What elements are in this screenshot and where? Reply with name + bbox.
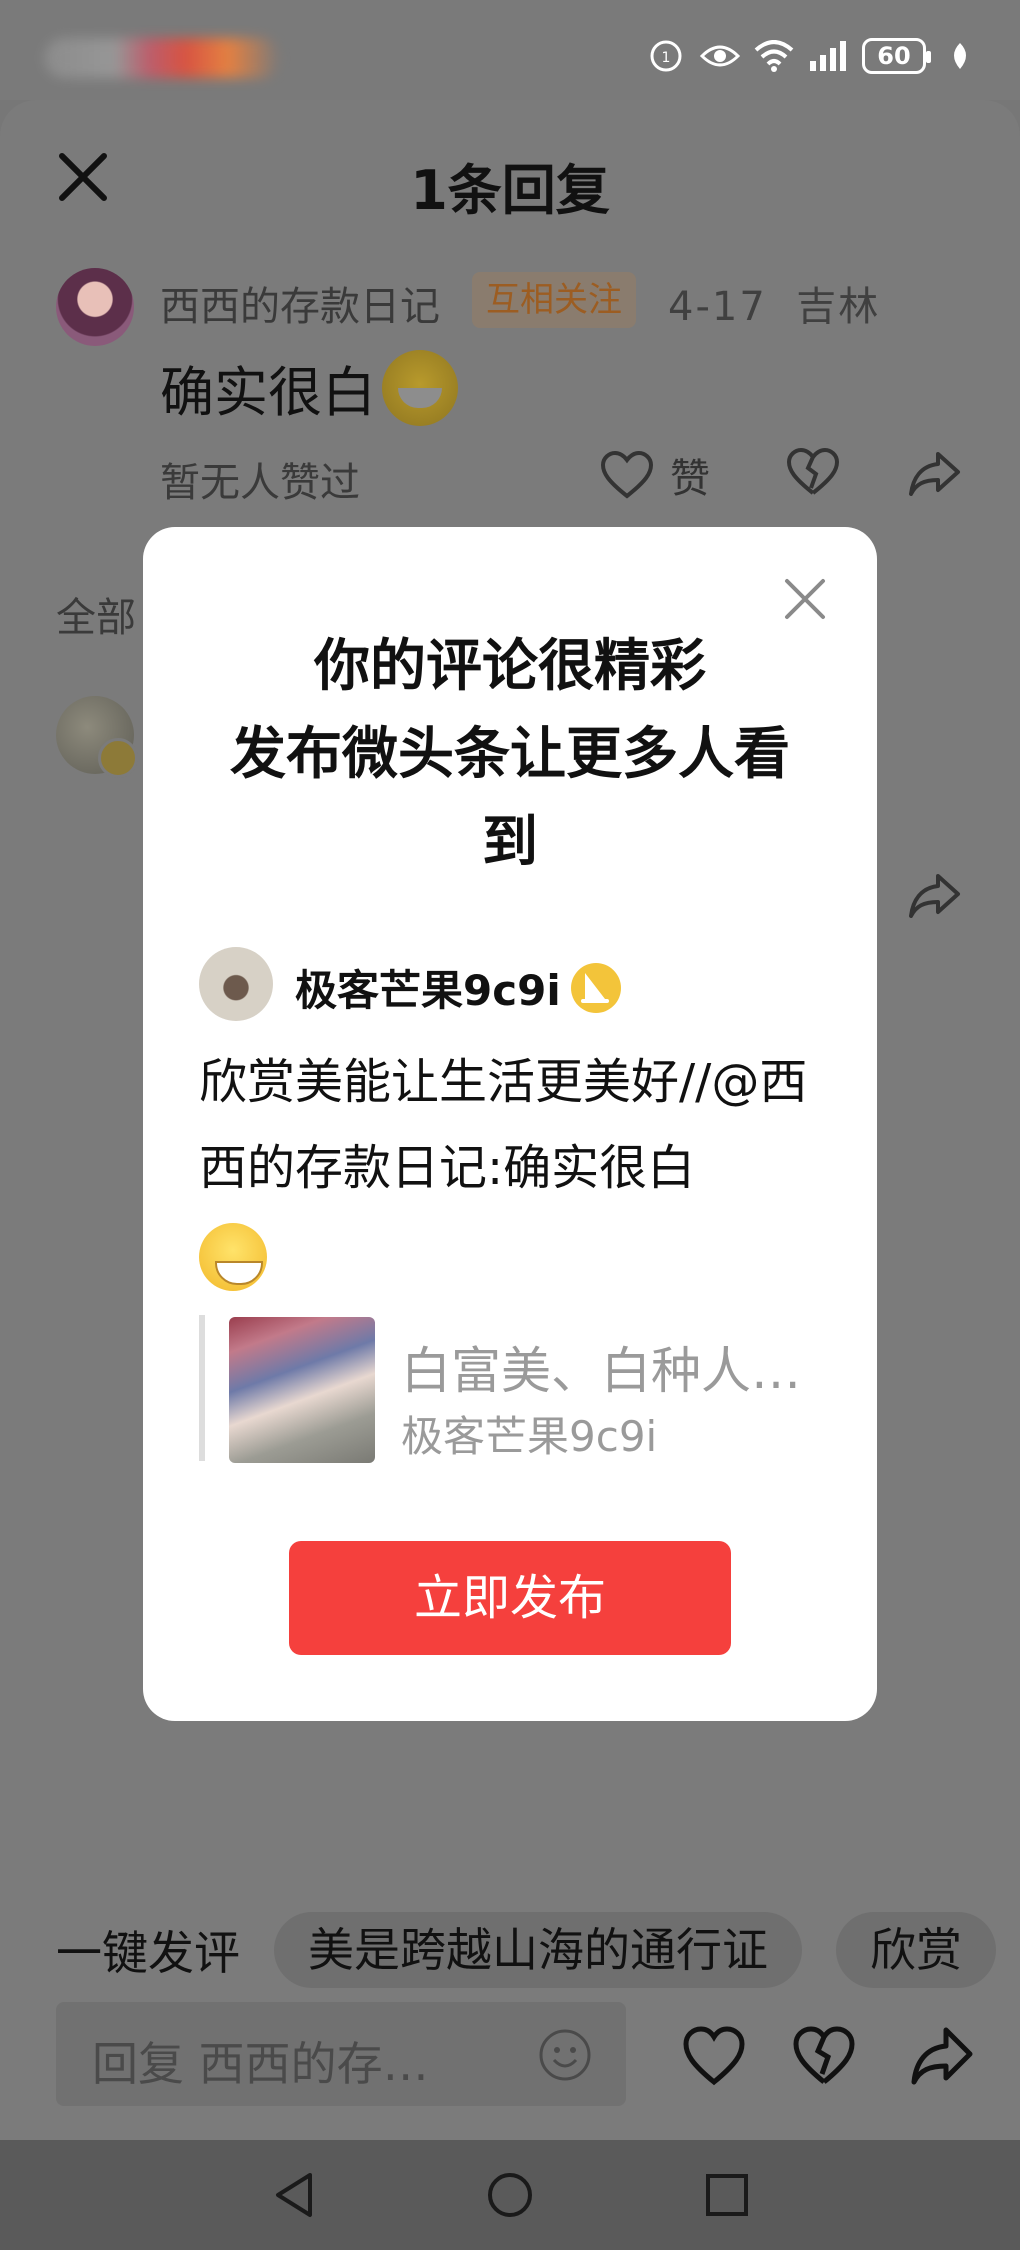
- status-bar: 1 60: [0, 0, 1020, 100]
- avatar[interactable]: [56, 696, 138, 778]
- post-author-name: 极客芒果9c9i: [295, 966, 561, 1015]
- signal-icon: [808, 38, 848, 74]
- reply-input[interactable]: 回复 西西的存…: [56, 2002, 626, 2106]
- comment-text-content: 确实很白: [160, 361, 376, 424]
- sail-badge-icon: [98, 738, 138, 778]
- dislike-button[interactable]: [786, 448, 840, 496]
- comment-date: 4-17: [668, 284, 767, 330]
- all-replies-label: 全部: [56, 595, 136, 641]
- dialog-title: 你的评论很精彩 发布微头条让更多人看 到: [203, 623, 817, 887]
- share-button[interactable]: [908, 872, 962, 918]
- emoji-picker-icon[interactable]: [538, 2028, 592, 2082]
- heart-icon[interactable]: [682, 2024, 746, 2088]
- recents-nav-icon[interactable]: [702, 2170, 752, 2220]
- like-button[interactable]: 赞: [600, 446, 710, 504]
- broken-heart-icon[interactable]: [792, 2024, 856, 2088]
- back-nav-icon[interactable]: [270, 2170, 320, 2220]
- dialog-title-line: 到: [482, 810, 538, 875]
- dialog-title-line: 发布微头条让更多人看: [230, 722, 790, 787]
- eye-icon: [700, 38, 740, 74]
- heart-icon: [600, 451, 654, 499]
- comment-text: 确实很白: [160, 348, 458, 427]
- publish-button[interactable]: 立即发布: [289, 1541, 731, 1655]
- reply-placeholder: 回复 西西的存…: [92, 2037, 429, 2091]
- comment-username[interactable]: 西西的存款日记: [160, 274, 440, 332]
- status-icons: 1 60: [646, 38, 980, 74]
- system-nav-bar: [0, 2140, 1020, 2250]
- avatar[interactable]: [56, 268, 134, 346]
- quick-comment-chips: 一键发评 美是跨越山海的通行证 欣赏: [56, 1912, 996, 1988]
- like-label: 赞: [670, 456, 710, 502]
- quick-comment-chip[interactable]: 欣赏: [836, 1912, 996, 1988]
- home-nav-icon[interactable]: [485, 2170, 535, 2220]
- hd-call-icon: 1: [646, 38, 686, 74]
- mutual-follow-badge: 互相关注: [472, 272, 636, 328]
- share-icon[interactable]: [910, 2024, 974, 2088]
- post-text: 欣赏美能让生活更美好//@西西的存款日记:确实很白: [199, 1039, 829, 1297]
- wifi-icon: [754, 38, 794, 74]
- quick-comment-label: 一键发评: [56, 1926, 240, 1980]
- avatar: [199, 947, 273, 1021]
- comment-meta: 4-17 吉林: [668, 274, 880, 332]
- quick-comment-chip[interactable]: 美是跨越山海的通行证: [274, 1912, 802, 1988]
- post-text-content: 欣赏美能让生活更美好//@西西的存款日记:确实很白: [199, 1054, 808, 1196]
- quoted-post-title: 白富美、白种人…: [401, 1342, 801, 1400]
- share-button[interactable]: [908, 450, 962, 496]
- svg-text:1: 1: [662, 50, 671, 66]
- share-icon: [909, 874, 960, 918]
- post-author: 极客芒果9c9i: [295, 957, 621, 1018]
- no-likes-text: 暂无人赞过: [160, 460, 360, 506]
- grin-emoji-icon: [199, 1223, 267, 1291]
- page-title: 1条回复: [410, 159, 610, 222]
- battery-indicator: 60: [862, 38, 931, 74]
- quoted-post-thumbnail: [229, 1317, 375, 1463]
- quote-divider: [199, 1315, 205, 1461]
- quoted-post-author: 极客芒果9c9i: [401, 1412, 658, 1461]
- close-icon[interactable]: [783, 577, 827, 621]
- comment-location: 吉林: [796, 284, 881, 330]
- blurred-app-name: [44, 38, 280, 78]
- dialog-title-line: 你的评论很精彩: [314, 634, 706, 699]
- publish-dialog: 你的评论很精彩 发布微头条让更多人看 到 极客芒果9c9i 欣赏美能让生活更美好…: [143, 527, 877, 1721]
- share-icon: [909, 452, 960, 496]
- leaf-icon: [940, 38, 980, 74]
- broken-heart-icon: [786, 448, 840, 495]
- grin-emoji-icon: [382, 349, 458, 426]
- sail-badge-icon: [570, 962, 621, 1013]
